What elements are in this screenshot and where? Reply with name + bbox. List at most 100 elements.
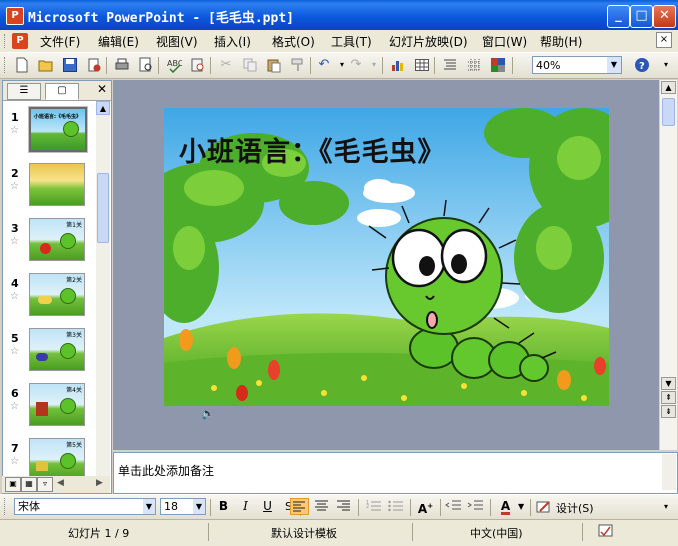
slide-thumbnail-5[interactable]: 第3关 [29,328,85,371]
slide-scrollbar[interactable]: ▲ ▼ ⇞ ⇟ [659,80,677,450]
menu-view[interactable]: 视图(V) [156,33,198,50]
spelling-icon[interactable]: ABC [166,57,184,74]
chevron-down-icon[interactable]: ▼ [518,502,524,511]
document-icon[interactable]: P [12,33,28,49]
numbering-icon[interactable]: 12 [364,498,383,515]
chevron-right-icon[interactable]: ▶ [96,478,103,488]
design-template-name: 默认设计模板 [271,527,337,540]
font-color-icon[interactable]: A [496,498,515,515]
previous-slide-icon[interactable]: ⇞ [661,391,676,404]
format-painter-icon[interactable] [290,57,306,73]
toolbar-separator [210,57,211,74]
formatting-toolbar: 宋体 ▼ 18 ▼ B I U S 12 A+ A ▼ 设计(S) ▾ [0,494,678,519]
toolbar-grip[interactable] [4,57,8,73]
decrease-indent-icon[interactable] [444,498,463,515]
minimize-button[interactable]: _ [607,5,630,28]
normal-view-icon[interactable]: ▣ [5,477,21,492]
design-button[interactable]: 设计(S) [556,500,594,516]
menu-tools[interactable]: 工具(T) [331,33,372,50]
print-preview-icon[interactable] [138,57,154,73]
chevron-down-icon[interactable]: ▼ [607,57,621,73]
powerpoint-app-icon[interactable]: P [6,7,24,25]
maximize-button[interactable]: □ [630,5,653,28]
slideshow-view-icon[interactable]: ▿ [37,477,53,492]
menu-format[interactable]: 格式(O) [272,33,315,50]
font-size-select[interactable]: 18 ▼ [160,498,206,515]
notes-placeholder[interactable]: 单击此处添加备注 [118,462,214,479]
research-icon[interactable] [190,57,206,73]
slide-label: 第1关 [66,222,82,229]
increase-font-size-icon[interactable]: A+ [416,498,435,516]
expand-all-icon[interactable] [442,57,458,73]
toolbar-options-icon[interactable]: ▾ [658,57,674,73]
tab-outline[interactable]: ☰ [7,83,41,100]
redo-dropdown-icon[interactable]: ▾ [366,57,382,73]
slide-sorter-view-icon[interactable]: ▦ [21,477,37,492]
slide-thumbnail-7[interactable]: 第5关 [29,438,85,481]
align-center-icon[interactable] [312,498,331,515]
close-icon[interactable]: ✕ [97,82,107,96]
insert-chart-icon[interactable] [390,57,406,73]
current-slide[interactable]: 小班语言：《毛毛虫》 [164,108,609,406]
chevron-up-icon[interactable]: ▲ [96,101,110,115]
paste-icon[interactable] [266,57,282,73]
menu-insert[interactable]: 插入(I) [214,33,251,50]
bold-button[interactable]: B [214,498,233,515]
zoom-select[interactable]: 40% ▼ [532,56,622,74]
close-button[interactable]: ✕ [653,5,676,28]
menu-slideshow[interactable]: 幻灯片放映(D) [389,33,468,50]
italic-button[interactable]: I [236,498,255,515]
slide-thumbnail-4[interactable]: 第2关 [29,273,85,316]
notes-pane[interactable]: 单击此处添加备注 [113,452,678,494]
menu-grip[interactable] [4,34,8,48]
cut-icon[interactable]: ✂ [218,57,234,73]
thumbnail-scrollbar[interactable]: ▲ ▼ [96,101,110,491]
sound-icon[interactable]: 🔈 [201,407,215,420]
bullets-icon[interactable] [386,498,405,515]
slide-counter: 幻灯片 1 / 9 [68,527,130,540]
scrollbar-thumb[interactable] [97,173,109,243]
spelling-status-icon[interactable] [598,524,614,538]
color-grayscale-icon[interactable] [490,57,506,73]
tab-slides[interactable]: ▢ [45,83,79,100]
underline-button[interactable]: U [258,498,277,515]
font-name-select[interactable]: 宋体 ▼ [14,498,156,515]
permission-icon[interactable] [86,57,102,73]
close-document-button[interactable]: × [656,32,672,48]
help-icon[interactable]: ? [634,57,650,73]
toolbar-grip[interactable] [4,498,8,515]
chevron-down-icon[interactable]: ▼ [143,499,155,514]
menu-help[interactable]: 帮助(H) [540,33,582,50]
copy-icon[interactable] [242,57,258,73]
new-icon[interactable] [14,57,30,73]
show-grid-icon[interactable] [466,57,482,73]
save-icon[interactable] [62,57,78,73]
slide-thumbnail-2[interactable] [29,163,85,206]
slide-thumbnail-6[interactable]: 第4关 [29,383,85,426]
chevron-up-icon[interactable]: ▲ [661,81,676,94]
toolbar-options-icon[interactable]: ▾ [664,502,668,511]
slide-title[interactable]: 小班语言：《毛毛虫》 [179,130,446,169]
chevron-down-icon[interactable]: ▼ [661,377,676,390]
undo-icon[interactable]: ↶ [316,57,332,73]
chevron-down-icon[interactable]: ▼ [193,499,205,514]
menu-edit[interactable]: 编辑(E) [98,33,139,50]
increase-indent-icon[interactable] [466,498,485,515]
menu-file[interactable]: 文件(F) [40,33,80,50]
next-slide-icon[interactable]: ⇟ [661,405,676,418]
menu-window[interactable]: 窗口(W) [482,33,527,50]
design-icon[interactable] [536,499,552,515]
scrollbar-thumb[interactable] [662,98,675,126]
insert-table-icon[interactable] [414,57,430,73]
slide-thumbnail-3[interactable]: 第1关 [29,218,85,261]
open-icon[interactable] [38,57,54,73]
slide-thumbnail-1[interactable]: 小班语言:《毛毛虫》 [28,106,88,153]
print-icon[interactable] [114,57,130,73]
notes-scrollbar[interactable] [662,454,676,490]
slide-label: 第4关 [66,387,82,394]
redo-icon[interactable]: ↷ [348,57,364,73]
align-right-icon[interactable] [334,498,353,515]
align-left-icon[interactable] [290,498,309,515]
chevron-left-icon[interactable]: ◀ [57,478,64,488]
toolbar-separator [158,57,159,74]
